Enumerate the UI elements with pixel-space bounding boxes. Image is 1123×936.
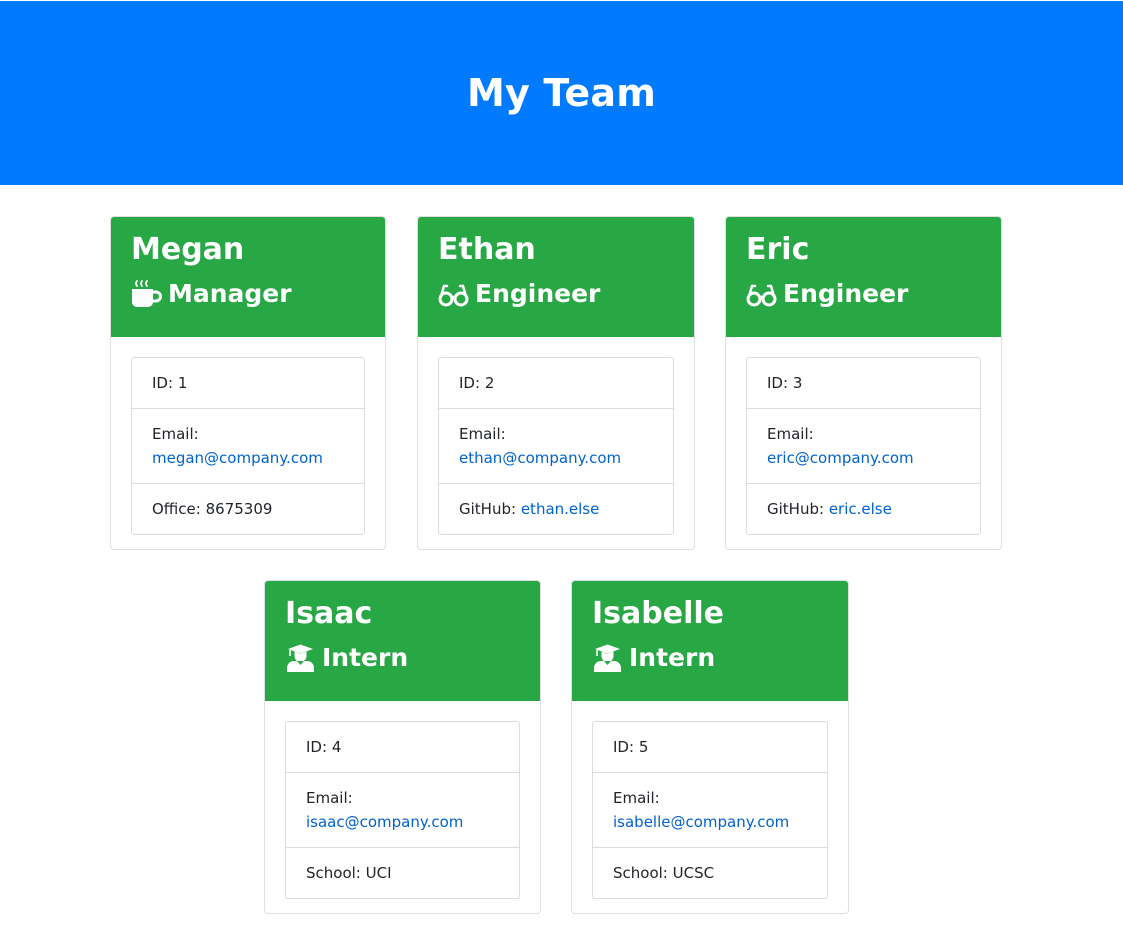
github-row: GitHub: ethan.else <box>439 483 673 534</box>
info-list: ID: 4 Email: isaac@company.com School: U… <box>285 721 520 899</box>
id-label: ID: <box>767 374 789 392</box>
graduate-icon <box>287 644 314 672</box>
github-row: GitHub: eric.else <box>747 483 980 534</box>
id-value: 1 <box>177 374 188 392</box>
id-label: ID: <box>459 374 481 392</box>
employee-role: Engineer <box>746 279 1001 309</box>
role-label: Intern <box>322 643 409 672</box>
id-row: ID: 5 <box>593 722 827 772</box>
card-body: ID: 4 Email: isaac@company.com School: U… <box>265 701 540 913</box>
team-card-intern: Isaac Intern ID: 4 Email: isaac@company.… <box>264 580 541 914</box>
graduate-icon <box>594 644 621 672</box>
glasses-icon <box>746 284 777 307</box>
employee-role: Intern <box>285 643 540 673</box>
employee-role: Engineer <box>438 279 694 309</box>
card-body: ID: 3 Email: eric@company.com GitHub: er… <box>726 337 1001 549</box>
role-label: Engineer <box>475 279 601 308</box>
info-list: ID: 3 Email: eric@company.com GitHub: er… <box>746 357 981 535</box>
school-label: School: <box>613 864 668 882</box>
id-value: 3 <box>792 374 803 392</box>
email-label: Email: <box>767 425 814 443</box>
email-link[interactable]: isaac@company.com <box>306 813 463 831</box>
glasses-icon <box>438 284 469 307</box>
email-row: Email: ethan@company.com <box>439 408 673 483</box>
card-header: Eric Engineer <box>726 217 1001 337</box>
employee-name: Megan <box>131 232 245 267</box>
school-row: School: UCI <box>286 847 519 898</box>
email-link[interactable]: megan@company.com <box>152 449 323 467</box>
info-list: ID: 2 Email: ethan@company.com GitHub: e… <box>438 357 674 535</box>
role-label: Engineer <box>783 279 909 308</box>
team-card-engineer: Eric Engineer ID: 3 Email: eric@company.… <box>725 216 1002 550</box>
email-row: Email: megan@company.com <box>132 408 364 483</box>
card-header: Ethan Engineer <box>418 217 694 337</box>
office-label: Office: <box>152 500 201 518</box>
employee-name: Isaac <box>285 596 373 631</box>
role-label: Manager <box>168 279 292 308</box>
id-row: ID: 1 <box>132 358 364 408</box>
coffee-icon <box>132 280 162 307</box>
school-row: School: UCSC <box>593 847 827 898</box>
page-header: My Team <box>0 1 1123 185</box>
info-list: ID: 1 Email: megan@company.com Office: 8… <box>131 357 365 535</box>
team-card-manager: Megan Manager ID: 1 Email: megan@company… <box>110 216 386 550</box>
github-link[interactable]: eric.else <box>829 500 892 518</box>
card-header: Isabelle Intern <box>572 581 848 701</box>
email-link[interactable]: ethan@company.com <box>459 449 621 467</box>
employee-name: Ethan <box>438 232 536 267</box>
card-body: ID: 1 Email: megan@company.com Office: 8… <box>111 337 385 549</box>
email-link[interactable]: isabelle@company.com <box>613 813 789 831</box>
card-body: ID: 5 Email: isabelle@company.com School… <box>572 701 848 913</box>
github-label: GitHub: <box>767 500 825 518</box>
email-row: Email: isaac@company.com <box>286 772 519 847</box>
id-label: ID: <box>306 738 328 756</box>
id-value: 2 <box>484 374 495 392</box>
employee-name: Eric <box>746 232 810 267</box>
github-label: GitHub: <box>459 500 517 518</box>
id-label: ID: <box>152 374 174 392</box>
email-link[interactable]: eric@company.com <box>767 449 914 467</box>
email-row: Email: eric@company.com <box>747 408 980 483</box>
id-value: 5 <box>638 738 649 756</box>
email-label: Email: <box>459 425 506 443</box>
employee-role: Manager <box>131 279 385 309</box>
id-label: ID: <box>613 738 635 756</box>
email-label: Email: <box>152 425 199 443</box>
card-body: ID: 2 Email: ethan@company.com GitHub: e… <box>418 337 694 549</box>
info-list: ID: 5 Email: isabelle@company.com School… <box>592 721 828 899</box>
github-link[interactable]: ethan.else <box>521 500 600 518</box>
email-row: Email: isabelle@company.com <box>593 772 827 847</box>
email-label: Email: <box>306 789 353 807</box>
team-card-engineer: Ethan Engineer ID: 2 Email: ethan@compan… <box>417 216 695 550</box>
employee-role: Intern <box>592 643 848 673</box>
card-header: Isaac Intern <box>265 581 540 701</box>
email-label: Email: <box>613 789 660 807</box>
role-label: Intern <box>629 643 716 672</box>
id-value: 4 <box>331 738 342 756</box>
office-value: 8675309 <box>205 500 273 518</box>
team-card-intern: Isabelle Intern ID: 5 Email: isabelle@co… <box>571 580 849 914</box>
school-value: UCSC <box>672 864 715 882</box>
school-label: School: <box>306 864 361 882</box>
id-row: ID: 3 <box>747 358 980 408</box>
card-header: Megan Manager <box>111 217 385 337</box>
id-row: ID: 4 <box>286 722 519 772</box>
id-row: ID: 2 <box>439 358 673 408</box>
office-row: Office: 8675309 <box>132 483 364 534</box>
school-value: UCI <box>365 864 392 882</box>
page-title: My Team <box>466 71 657 115</box>
employee-name: Isabelle <box>592 596 724 631</box>
